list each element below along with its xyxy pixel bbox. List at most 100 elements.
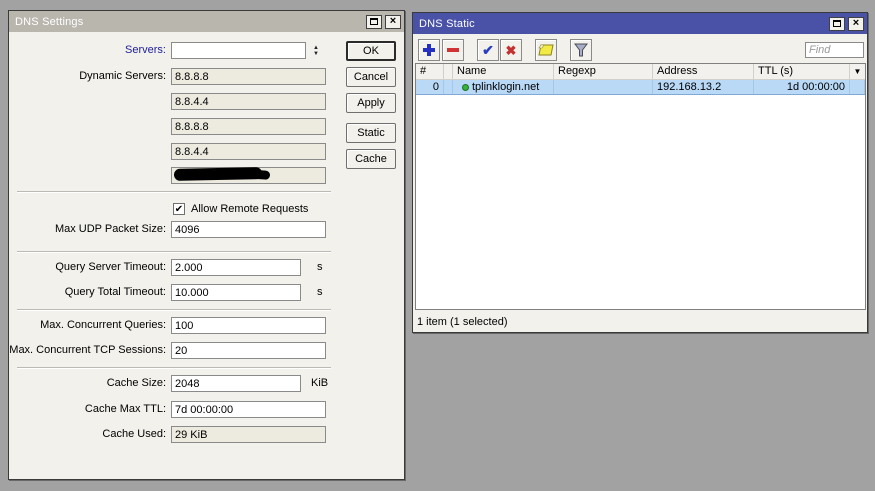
filter-icon (574, 43, 588, 57)
max-concurrent-queries-input[interactable] (171, 317, 326, 334)
row-num: 0 (416, 80, 444, 94)
query-total-timeout-input[interactable] (171, 284, 301, 301)
allow-remote-label: Allow Remote Requests (191, 203, 309, 215)
query-server-timeout-label: Query Server Timeout: (55, 261, 166, 273)
max-udp-label: Max UDP Packet Size: (54, 223, 166, 235)
find-input[interactable] (805, 42, 864, 58)
dynamic-server-5 (171, 167, 326, 184)
enable-button[interactable]: ✔ (477, 39, 499, 61)
maximize-icon (370, 18, 378, 25)
row-name: tplinklogin.net (472, 81, 540, 93)
servers-row: Servers: ▲ ▼ (9, 42, 404, 59)
remove-button[interactable] (442, 39, 464, 61)
cache-button[interactable]: Cache (346, 149, 396, 169)
max-udp-input[interactable] (171, 221, 326, 238)
static-button[interactable]: Static (346, 123, 396, 143)
column-header-icon[interactable] (444, 64, 453, 80)
separator (17, 191, 331, 193)
apply-button[interactable]: Apply (346, 93, 396, 113)
query-total-timeout-row: Query Total Timeout: s (9, 284, 404, 301)
enable-icon: ✔ (482, 42, 494, 58)
dynamic-servers-label: Dynamic Servers: (79, 70, 166, 82)
dns-static-table: # Name Regexp Address TTL (s) ▼ 0 tplink… (415, 63, 866, 310)
cache-used-label: Cache Used: (102, 428, 166, 440)
column-header-name[interactable]: Name (453, 64, 554, 80)
redacted-scribble (173, 167, 263, 181)
max-concurrent-tcp-label: Max. Concurrent TCP Sessions: (9, 344, 166, 356)
dynamic-server-3 (171, 118, 326, 135)
comment-button[interactable] (535, 39, 557, 61)
spinner-down-icon[interactable]: ▼ (313, 51, 319, 57)
row-ttl: 1d 00:00:00 (754, 80, 850, 94)
table-row[interactable]: 0 tplinklogin.net 192.168.13.2 1d 00:00:… (416, 80, 865, 95)
row-name-cell: tplinklogin.net (453, 80, 554, 94)
dynamic-server-4 (171, 143, 326, 160)
dynamic-server-2 (171, 93, 326, 110)
dns-static-window: DNS Static × ✔ ✖ # Name Reg (412, 12, 868, 333)
row-icon-cell (444, 80, 453, 94)
add-button[interactable] (418, 39, 440, 61)
query-server-timeout-input[interactable] (171, 259, 301, 276)
maximize-button[interactable] (829, 16, 845, 31)
query-server-timeout-unit: s (317, 261, 323, 273)
servers-label: Servers: (125, 44, 166, 56)
maximize-icon (833, 20, 841, 27)
cache-size-unit: KiB (311, 377, 329, 389)
dynamic-server-row (9, 167, 404, 184)
column-header-regexp[interactable]: Regexp (554, 64, 653, 80)
max-concurrent-tcp-row: Max. Concurrent TCP Sessions: (9, 342, 404, 359)
maximize-button[interactable] (366, 14, 382, 29)
desktop: DNS Settings × Servers: ▲ ▼ Dynamic Serv… (0, 0, 875, 491)
window-title: DNS Settings (15, 15, 84, 28)
cancel-button[interactable]: Cancel (346, 67, 396, 87)
window-title: DNS Static (419, 17, 475, 30)
dns-settings-window: DNS Settings × Servers: ▲ ▼ Dynamic Serv… (8, 10, 405, 480)
cache-max-ttl-row: Cache Max TTL: (9, 401, 404, 418)
column-header-num[interactable]: # (416, 64, 444, 80)
query-total-timeout-label: Query Total Timeout: (64, 286, 166, 298)
max-udp-row: Max UDP Packet Size: (9, 221, 404, 238)
separator (17, 251, 331, 253)
comment-icon (538, 44, 554, 55)
allow-remote-checkbox[interactable]: ✔ (173, 203, 185, 215)
dns-settings-titlebar[interactable]: DNS Settings × (9, 11, 404, 32)
cache-used-row: Cache Used: (9, 426, 404, 443)
cache-max-ttl-input[interactable] (171, 401, 326, 418)
add-icon (422, 43, 436, 57)
max-concurrent-queries-row: Max. Concurrent Queries: (9, 317, 404, 334)
query-server-timeout-row: Query Server Timeout: s (9, 259, 404, 276)
row-arrow-cell (850, 80, 865, 94)
query-total-timeout-unit: s (317, 286, 323, 298)
servers-input[interactable] (171, 42, 306, 59)
remove-icon (447, 48, 459, 52)
max-concurrent-tcp-input[interactable] (171, 342, 326, 359)
close-icon: × (389, 14, 397, 27)
dynamic-server-row (9, 93, 404, 110)
filter-button[interactable] (570, 39, 592, 61)
status-bar: 1 item (1 selected) (417, 316, 508, 328)
column-options-button[interactable]: ▼ (850, 64, 865, 80)
disable-icon: ✖ (505, 42, 517, 58)
ok-button[interactable]: OK (346, 41, 396, 61)
cache-size-label: Cache Size: (106, 377, 166, 389)
dynamic-server-row (9, 118, 404, 135)
table-header: # Name Regexp Address TTL (s) ▼ (416, 64, 865, 80)
close-icon: × (852, 16, 860, 29)
row-address: 192.168.13.2 (653, 80, 754, 94)
separator (17, 309, 331, 311)
disable-button[interactable]: ✖ (500, 39, 522, 61)
close-button[interactable]: × (385, 14, 401, 29)
max-concurrent-queries-label: Max. Concurrent Queries: (40, 319, 166, 331)
cache-size-row: Cache Size: KiB (9, 375, 404, 392)
cache-max-ttl-label: Cache Max TTL: (84, 403, 166, 415)
allow-remote-row: ✔ Allow Remote Requests (9, 201, 404, 218)
close-button[interactable]: × (848, 16, 864, 31)
dns-static-titlebar[interactable]: DNS Static × (413, 13, 867, 34)
cache-size-input[interactable] (171, 375, 301, 392)
dynamic-server-row (9, 143, 404, 160)
cache-used-field (171, 426, 326, 443)
column-header-ttl[interactable]: TTL (s) (754, 64, 850, 80)
servers-spinner[interactable]: ▲ ▼ (310, 44, 322, 58)
status-dot-icon (462, 83, 469, 91)
column-header-address[interactable]: Address (653, 64, 754, 80)
